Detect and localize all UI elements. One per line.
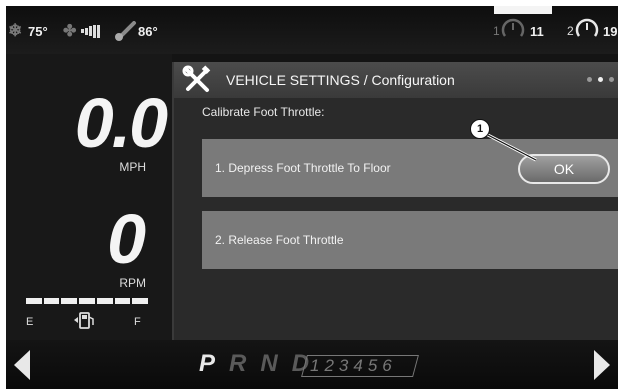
fuel-empty-label: E	[26, 316, 34, 328]
gear-reverse: R	[229, 350, 247, 377]
fuel-full-label: F	[134, 316, 141, 328]
settings-header: VEHICLE SETTINGS / Configuration	[174, 62, 618, 98]
page-indicator	[587, 77, 614, 82]
fan-icon: ✤	[63, 23, 77, 40]
calibration-step-2: 2. Release Foot Throttle	[202, 211, 618, 269]
cabin-temperature: 75°	[28, 23, 48, 39]
panel-subtitle: Calibrate Foot Throttle:	[202, 105, 325, 119]
gauge-column: 0.0 MPH 0 RPM E F	[6, 54, 172, 340]
speedometer-value: 0.0	[74, 84, 168, 162]
trip-2-dial-icon	[575, 18, 599, 37]
signal-strength-icon	[81, 21, 101, 41]
trip-1-value: 11	[530, 23, 544, 39]
gear-neutral: N	[260, 350, 278, 377]
rpm-unit: RPM	[119, 276, 146, 290]
page-dot	[587, 77, 592, 82]
page-dot-active	[598, 77, 603, 82]
thermometer-icon	[115, 21, 136, 41]
bottom-bar: P R N D 123456	[6, 340, 618, 389]
tachometer-value: 0	[107, 200, 146, 278]
trip-2-index: 2	[567, 24, 574, 38]
trip-1-index: 1	[493, 24, 500, 38]
gear-selector: P R N D	[199, 350, 309, 378]
manual-gear-numbers: 123456	[310, 356, 397, 375]
dashboard-screen: ❄ 75° ✤ 86° 1 11 2 19 0.0 MPH 0 RPM E F …	[6, 6, 618, 389]
arrow-left-icon[interactable]	[12, 348, 32, 382]
ok-button[interactable]: OK	[518, 154, 610, 184]
step-2-label: 2. Release Foot Throttle	[215, 233, 344, 247]
outside-temperature: 86°	[138, 23, 158, 39]
trip-1-dial-icon	[501, 18, 525, 37]
callout-marker: 1	[470, 119, 490, 139]
gear-park: P	[199, 350, 216, 377]
step-1-label: 1. Depress Foot Throttle To Floor	[215, 161, 391, 175]
speed-unit: MPH	[119, 160, 146, 174]
status-bar: ❄ 75° ✤ 86° 1 11 2 19	[6, 6, 618, 54]
page-title: VEHICLE SETTINGS / Configuration	[226, 72, 455, 88]
wrench-screwdriver-icon	[182, 65, 211, 92]
settings-panel: VEHICLE SETTINGS / Configuration Calibra…	[172, 62, 618, 340]
fuel-pump-icon	[74, 312, 94, 329]
snowflake-icon: ❄	[8, 21, 23, 40]
arrow-right-icon[interactable]	[592, 348, 612, 382]
status-notch	[494, 6, 552, 14]
page-dot	[609, 77, 614, 82]
trip-2-value: 19	[603, 23, 618, 39]
fuel-gauge-bar	[26, 298, 149, 304]
